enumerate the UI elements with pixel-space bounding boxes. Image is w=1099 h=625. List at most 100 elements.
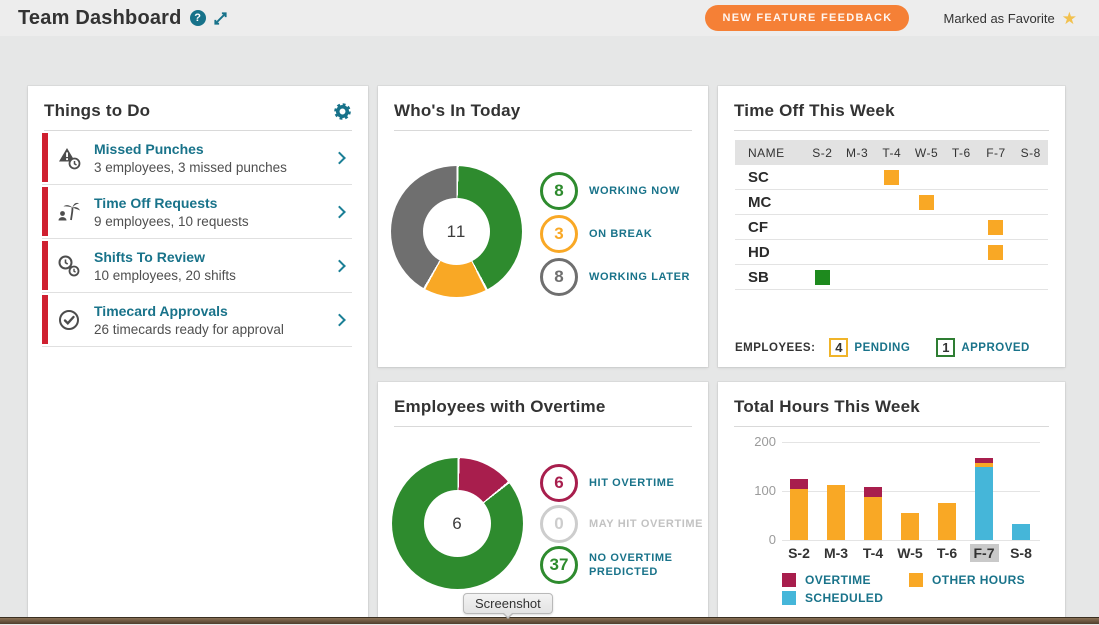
legend-count-circle: 37	[540, 546, 578, 584]
bar-segment-other-hours	[864, 497, 882, 540]
new-feature-feedback-button[interactable]: NEW FEATURE FEEDBACK	[705, 5, 909, 31]
help-icon[interactable]: ?	[190, 10, 206, 26]
x-axis-label: S-2	[779, 545, 819, 561]
legend-count-circle: 6	[540, 464, 578, 502]
legend-count-circle: 0	[540, 505, 578, 543]
employee-initials: HD	[735, 244, 805, 261]
column-header-s-2: S-2	[805, 146, 840, 160]
bar-segment-overtime	[975, 458, 993, 463]
expand-icon[interactable]	[213, 11, 228, 26]
header-actions: NEW FEATURE FEEDBACK Marked as Favorite …	[705, 5, 1081, 31]
time-off-mark-pending	[988, 220, 1003, 235]
time-off-mark-pending	[884, 170, 899, 185]
total-hours-this-week-card: Total Hours This Week 0100200 S-2M-3T-4W…	[718, 382, 1065, 617]
bar-segment-overtime	[864, 487, 882, 497]
chevron-right-icon[interactable]	[333, 205, 346, 218]
bar-segment-scheduled	[1012, 524, 1030, 540]
todo-text: Timecard Approvals 26 timecards ready fo…	[94, 303, 284, 337]
chevron-right-icon[interactable]	[333, 151, 346, 164]
chevron-right-icon[interactable]	[333, 313, 346, 326]
y-axis-tick: 0	[744, 532, 776, 547]
column-header-m-3: M-3	[840, 146, 875, 160]
time-off-table: NAMES-2M-3T-4W-5T-6F-7S-8 SCMCCFHDSB	[735, 140, 1048, 290]
day-cell	[909, 195, 944, 210]
todo-text: Shifts To Review 10 employees, 20 shifts	[94, 249, 236, 283]
pending-label: PENDING	[854, 342, 910, 354]
todo-item-missed-punches[interactable]: Missed Punches 3 employees, 3 missed pun…	[42, 131, 352, 185]
overtime-donut-chart: 6	[392, 458, 523, 589]
desktop-edge-strip	[0, 617, 1099, 624]
gear-icon[interactable]	[333, 102, 352, 121]
donut-legend-item: 3 ON BREAK	[540, 215, 690, 253]
bar-segment-other-hours	[975, 463, 993, 467]
legend-label: NO OVERTIME PREDICTED	[589, 551, 707, 580]
favorite-star-icon[interactable]: ★	[1062, 10, 1077, 27]
bar-legend-item: SCHEDULED	[782, 591, 909, 605]
total-hours-bar-chart: 0100200 S-2M-3T-4W-5T-6F-7S-8 OVERTIMEOT…	[718, 382, 1065, 617]
whos-in-donut-chart: 11	[391, 166, 522, 297]
time-off-icon	[56, 199, 82, 225]
column-header-w-5: W-5	[909, 146, 944, 160]
legend-label: OTHER HOURS	[932, 573, 1025, 587]
legend-label: MAY HIT OVERTIME	[589, 517, 703, 531]
todo-subtitle: 9 employees, 10 requests	[94, 214, 249, 229]
card-title: Employees with Overtime	[394, 397, 606, 417]
todo-item-timecard-approvals[interactable]: Timecard Approvals 26 timecards ready fo…	[42, 293, 352, 347]
things-to-do-card: Things to Do Missed Punches 3 employees,…	[28, 86, 368, 617]
todo-item-time-off-requests[interactable]: Time Off Requests 9 employees, 10 reques…	[42, 185, 352, 239]
time-off-this-week-card: Time Off This Week NAMES-2M-3T-4W-5T-6F-…	[718, 86, 1065, 367]
donut-legend-item: 8WORKING NOW	[540, 172, 690, 210]
legend-count-circle: 8	[540, 258, 578, 296]
legend-swatch	[782, 573, 796, 587]
time-off-mark-approved	[815, 270, 830, 285]
legend-label: WORKING NOW	[589, 184, 680, 198]
bar-segment-other-hours	[790, 489, 808, 540]
y-axis-tick: 200	[744, 434, 776, 449]
card-title: Things to Do	[44, 101, 150, 121]
employee-initials: CF	[735, 219, 805, 236]
shifts-icon	[56, 253, 82, 279]
column-header-name: NAME	[735, 146, 805, 160]
employee-initials: SC	[735, 169, 805, 186]
day-cell	[979, 220, 1014, 235]
legend-count-circle: 3	[540, 215, 578, 253]
chevron-right-icon[interactable]	[333, 259, 346, 272]
todo-text: Time Off Requests 9 employees, 10 reques…	[94, 195, 249, 229]
time-off-mark-pending	[988, 245, 1003, 260]
timecard-approvals-icon	[56, 307, 82, 333]
y-axis-tick: 100	[744, 483, 776, 498]
time-off-mark-pending	[919, 195, 934, 210]
x-axis-label: M-3	[816, 545, 856, 561]
gridline	[782, 442, 1040, 443]
donut-legend-item: 8WORKING LATER	[540, 258, 690, 296]
bar-segment-other-hours	[938, 503, 956, 540]
favorite-label: Marked as Favorite	[943, 11, 1054, 26]
page-title: Team Dashboard	[18, 7, 182, 30]
employees-label: EMPLOYEES:	[735, 342, 815, 354]
table-body: SC MC CF HD SB	[735, 165, 1048, 290]
todo-item-shifts-to-review[interactable]: Shifts To Review 10 employees, 20 shifts	[42, 239, 352, 293]
todo-subtitle: 3 employees, 3 missed punches	[94, 160, 287, 175]
bar-segment-overtime	[790, 479, 808, 489]
card-header: Time Off This Week	[734, 86, 1049, 131]
column-header-t-4: T-4	[874, 146, 909, 160]
card-header: Who's In Today	[394, 86, 692, 131]
approved-count-badge: 1	[936, 338, 955, 357]
legend-swatch	[782, 591, 796, 605]
card-header: Employees with Overtime	[394, 382, 692, 427]
x-axis-label: T-6	[927, 545, 967, 561]
employees-legend: EMPLOYEES: 4 PENDING 1 APPROVED	[735, 338, 1030, 357]
employee-initials: MC	[735, 194, 805, 211]
time-off-row: HD	[735, 240, 1048, 265]
donut-center-value: 11	[423, 198, 490, 265]
time-off-row: SB	[735, 265, 1048, 290]
missed-punches-icon	[56, 145, 82, 171]
page-header: Team Dashboard ? NEW FEATURE FEEDBACK Ma…	[0, 0, 1099, 36]
day-cell	[805, 270, 840, 285]
legend-label: ON BREAK	[589, 227, 652, 241]
x-axis-label: T-4	[853, 545, 893, 561]
x-axis-label: W-5	[890, 545, 930, 561]
approved-label: APPROVED	[961, 342, 1030, 354]
bar-legend-item: OTHER HOURS	[909, 573, 1025, 587]
day-cell	[979, 245, 1014, 260]
